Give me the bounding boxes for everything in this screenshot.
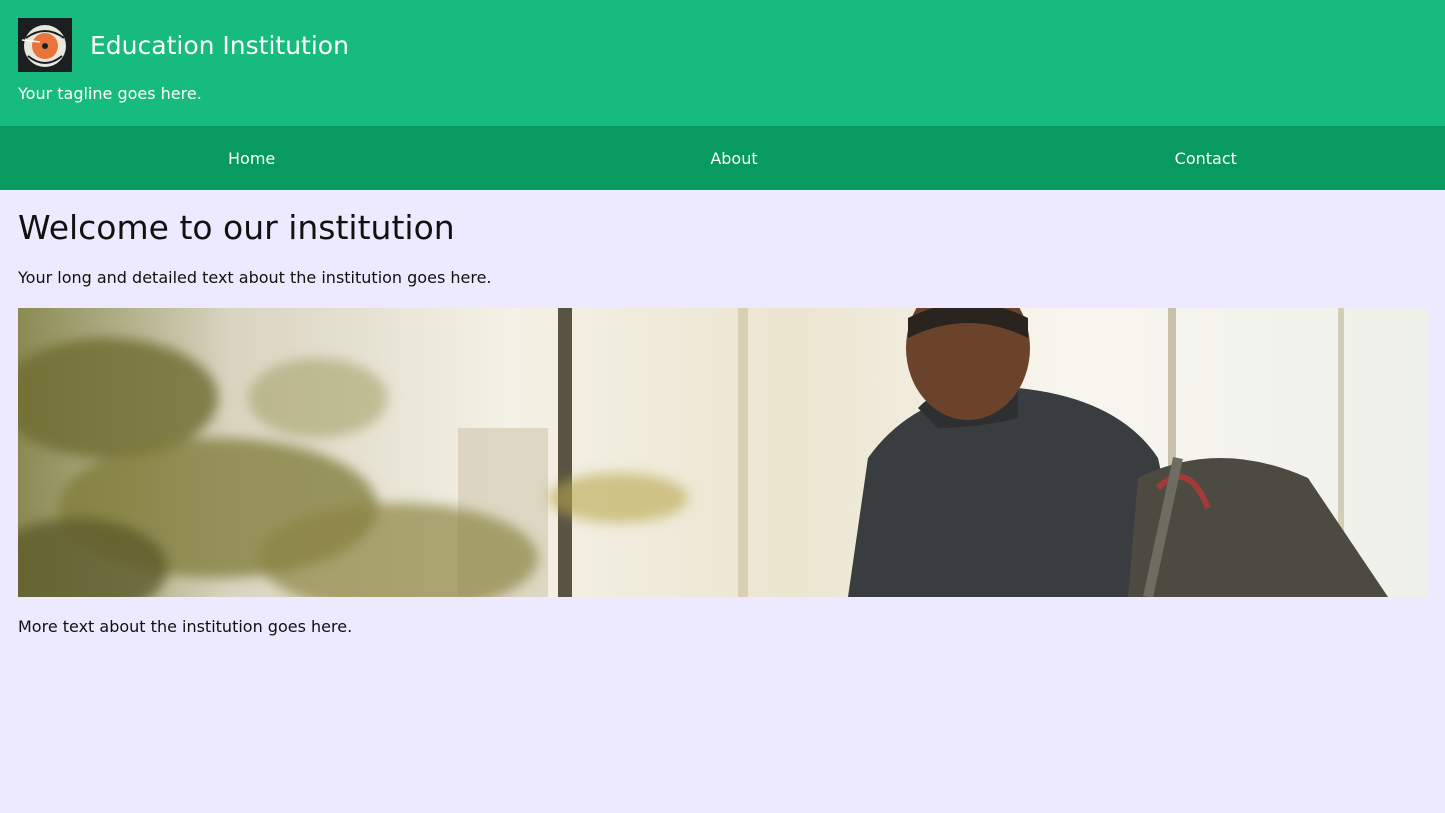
nav-link-about[interactable]: About: [498, 126, 980, 190]
page-heading: Welcome to our institution: [18, 208, 455, 247]
more-paragraph: More text about the institution goes her…: [18, 617, 353, 636]
main-content: Welcome to our institution Your long and…: [18, 190, 1427, 639]
nav-link-home[interactable]: Home: [0, 126, 498, 190]
brand-row: Education Institution: [18, 18, 349, 72]
hero-photo-icon: [18, 308, 1427, 597]
site-tagline: Your tagline goes here.: [18, 84, 202, 103]
site-header: Education Institution Your tagline goes …: [0, 0, 1445, 126]
nav-link-contact[interactable]: Contact: [981, 126, 1445, 190]
main-nav: Home About Contact: [0, 126, 1445, 190]
site-title[interactable]: Education Institution: [90, 33, 349, 58]
record-badge-logo-icon: [18, 18, 72, 72]
hero-image: [18, 308, 1427, 597]
site-logo[interactable]: [18, 18, 72, 72]
intro-paragraph: Your long and detailed text about the in…: [18, 268, 492, 287]
